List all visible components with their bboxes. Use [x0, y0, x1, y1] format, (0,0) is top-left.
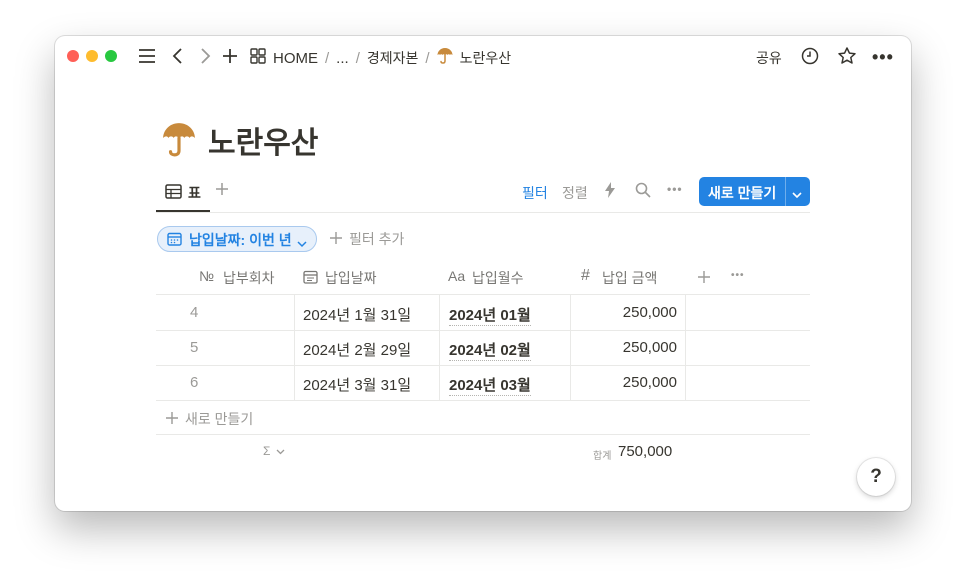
- filter-button[interactable]: 필터: [522, 183, 548, 203]
- grid-icon: [250, 47, 266, 69]
- table-divider: [156, 365, 810, 366]
- sort-button[interactable]: 정렬: [562, 183, 588, 203]
- column-header-payment-no[interactable]: 납부회차: [223, 268, 275, 288]
- column-header-payment-month[interactable]: 납입월수: [472, 268, 524, 288]
- table-divider: [156, 400, 810, 401]
- add-view-plus-icon[interactable]: [214, 181, 230, 202]
- help-button[interactable]: ?: [857, 458, 895, 496]
- add-filter-plus-icon[interactable]: [329, 231, 343, 250]
- calendar-icon: [167, 232, 182, 251]
- search-icon[interactable]: [635, 182, 651, 203]
- page-title[interactable]: 노란우산: [208, 118, 318, 162]
- column-more-icon[interactable]: •••: [731, 270, 745, 281]
- share-button[interactable]: 공유: [756, 48, 782, 68]
- column-icon-number: №: [199, 268, 215, 284]
- table-cell-amount[interactable]: 250,000: [580, 339, 677, 356]
- new-button-label: 새로 만들기: [708, 185, 777, 201]
- breadcrumb-ellipsis[interactable]: ...: [336, 50, 349, 67]
- column-header-payment-date[interactable]: 납입날짜: [325, 268, 377, 288]
- table-divider: [156, 434, 810, 435]
- chevron-right-icon[interactable]: [198, 47, 212, 70]
- app-window: HOME / ... / 경제자본 / 노란우산 공유 ••• 노란우산 표 필…: [55, 36, 911, 511]
- sum-value[interactable]: 750,000: [618, 443, 672, 460]
- table-cell-payment-month[interactable]: 2024년 02월: [449, 339, 531, 361]
- close-window-button[interactable]: [67, 50, 79, 62]
- table-column-divider: [685, 294, 686, 400]
- breadcrumb: HOME / ... / 경제자본 / 노란우산: [250, 47, 511, 69]
- table-cell-payment-date[interactable]: 2024년 3월 31일: [303, 374, 411, 395]
- chevron-down-icon: [276, 449, 285, 455]
- tab-table[interactable]: 표: [188, 183, 201, 203]
- add-filter-button[interactable]: 필터 추가: [349, 229, 404, 249]
- table-cell-payment-no[interactable]: 6: [190, 374, 198, 391]
- filter-pill-label: 납입날짜: 이번 년: [189, 232, 292, 248]
- table-cell-payment-no[interactable]: 5: [190, 339, 198, 356]
- toolbar-divider: [156, 212, 810, 213]
- calculate-menu[interactable]: Σ: [263, 444, 285, 458]
- breadcrumb-separator: /: [325, 49, 330, 67]
- breadcrumb-home[interactable]: HOME: [273, 50, 318, 67]
- clock-icon[interactable]: [801, 47, 819, 70]
- table-column-divider: [439, 294, 440, 400]
- minimize-window-button[interactable]: [86, 50, 98, 62]
- table-cell-payment-date[interactable]: 2024년 1월 31일: [303, 304, 411, 325]
- breadcrumb-parent[interactable]: 경제자본: [367, 48, 419, 68]
- table-column-divider: [570, 294, 571, 400]
- table-cell-payment-no[interactable]: 4: [190, 304, 198, 321]
- button-divider: [785, 177, 786, 206]
- column-icon-hash: #: [581, 267, 590, 284]
- chevron-down-icon: [297, 235, 307, 253]
- calendar-icon: [303, 270, 318, 289]
- sum-label: 합계: [593, 451, 612, 462]
- plus-icon[interactable]: [221, 47, 239, 70]
- sigma-icon: Σ: [263, 444, 271, 458]
- breadcrumb-separator: /: [425, 49, 430, 67]
- zoom-window-button[interactable]: [105, 50, 117, 62]
- filter-pill[interactable]: 납입날짜: 이번 년: [157, 226, 317, 252]
- more-options-icon[interactable]: •••: [872, 47, 894, 68]
- column-header-amount[interactable]: 납입 금액: [602, 268, 657, 288]
- umbrella-icon: [437, 47, 453, 69]
- menu-icon[interactable]: [137, 46, 157, 71]
- new-row-plus-icon[interactable]: [165, 411, 179, 430]
- table-icon: [165, 184, 182, 204]
- table-cell-payment-date[interactable]: 2024년 2월 29일: [303, 339, 411, 360]
- column-icon-text: Aa: [448, 268, 466, 284]
- view-more-icon[interactable]: •••: [667, 182, 683, 196]
- new-row-button[interactable]: 새로 만들기: [185, 409, 253, 429]
- table-divider: [156, 330, 810, 331]
- table-cell-payment-month[interactable]: 2024년 03월: [449, 374, 531, 396]
- star-icon[interactable]: [837, 46, 857, 71]
- add-column-plus-icon[interactable]: [697, 270, 711, 289]
- new-button[interactable]: 새로 만들기: [699, 177, 810, 206]
- automation-lightning-icon[interactable]: [604, 182, 616, 203]
- breadcrumb-separator: /: [355, 49, 360, 67]
- chevron-left-icon[interactable]: [171, 47, 185, 70]
- breadcrumb-current[interactable]: 노란우산: [460, 48, 512, 68]
- page-icon-umbrella-icon[interactable]: [162, 121, 196, 162]
- table-cell-payment-month[interactable]: 2024년 01월: [449, 304, 531, 326]
- table-cell-amount[interactable]: 250,000: [580, 304, 677, 321]
- chevron-down-icon[interactable]: [791, 187, 803, 203]
- table-divider: [156, 294, 810, 295]
- table-column-divider: [294, 294, 295, 400]
- table-cell-amount[interactable]: 250,000: [580, 374, 677, 391]
